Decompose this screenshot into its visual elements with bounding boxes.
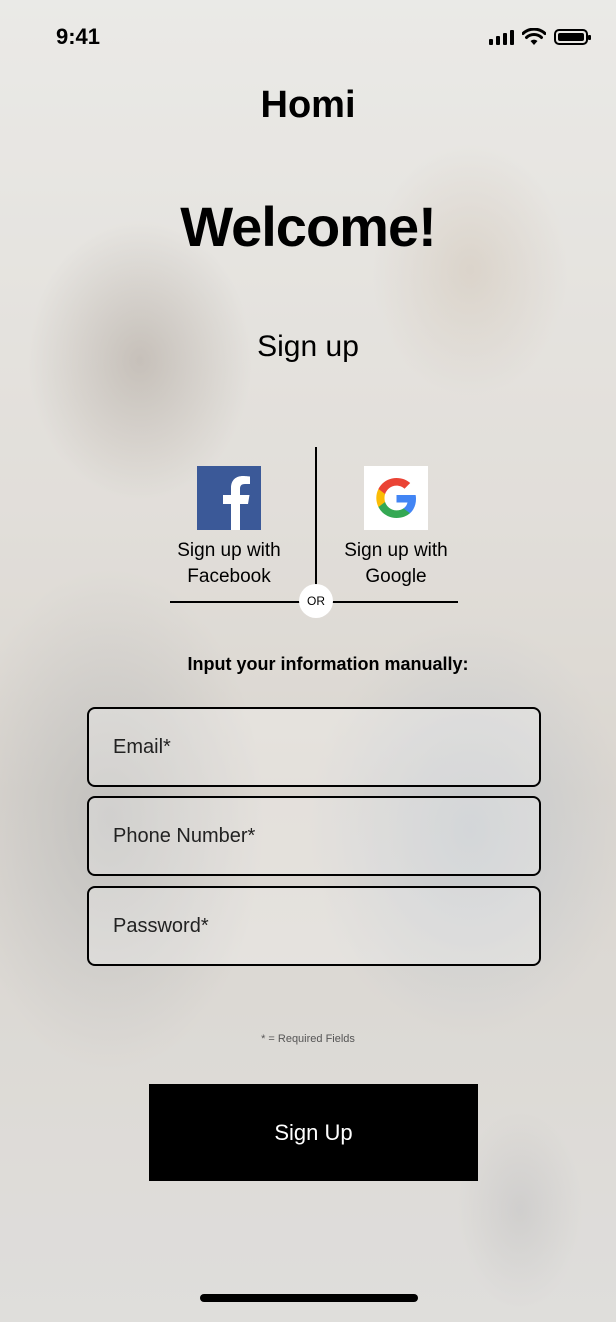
required-fields-note: * = Required Fields (261, 1033, 355, 1045)
email-field-container (87, 707, 541, 787)
sign-up-button[interactable]: Sign Up (149, 1084, 478, 1181)
battery-icon (554, 29, 591, 45)
google-icon (364, 466, 428, 530)
password-field[interactable] (89, 888, 539, 964)
facebook-signup-label: Sign up with Facebook (177, 540, 281, 587)
cellular-signal-icon (489, 29, 514, 45)
facebook-signup-button[interactable]: Sign up with Facebook (144, 466, 314, 590)
signup-subtitle: Sign up (257, 330, 359, 363)
app-title: Homi (260, 84, 356, 126)
facebook-icon (197, 466, 261, 530)
divider-horizontal-right (332, 601, 458, 603)
status-bar: 9:41 (0, 22, 616, 52)
signup-screen: 9:41 Homi Welcome! Sign up OR Sign up wi… (0, 0, 616, 1322)
status-icons (489, 28, 591, 46)
wifi-icon (522, 28, 546, 45)
divider-horizontal-left (170, 601, 302, 603)
password-field-container (87, 886, 541, 966)
home-indicator[interactable] (200, 1294, 418, 1302)
status-time: 9:41 (56, 24, 101, 49)
manual-input-label: Input your information manually: (187, 654, 469, 674)
google-signup-button[interactable]: Sign up with Google (311, 466, 481, 590)
welcome-heading: Welcome! (180, 195, 436, 258)
phone-number-field[interactable] (89, 798, 539, 874)
google-signup-label: Sign up with Google (344, 540, 448, 587)
email-field[interactable] (89, 709, 539, 785)
phone-field-container (87, 796, 541, 876)
